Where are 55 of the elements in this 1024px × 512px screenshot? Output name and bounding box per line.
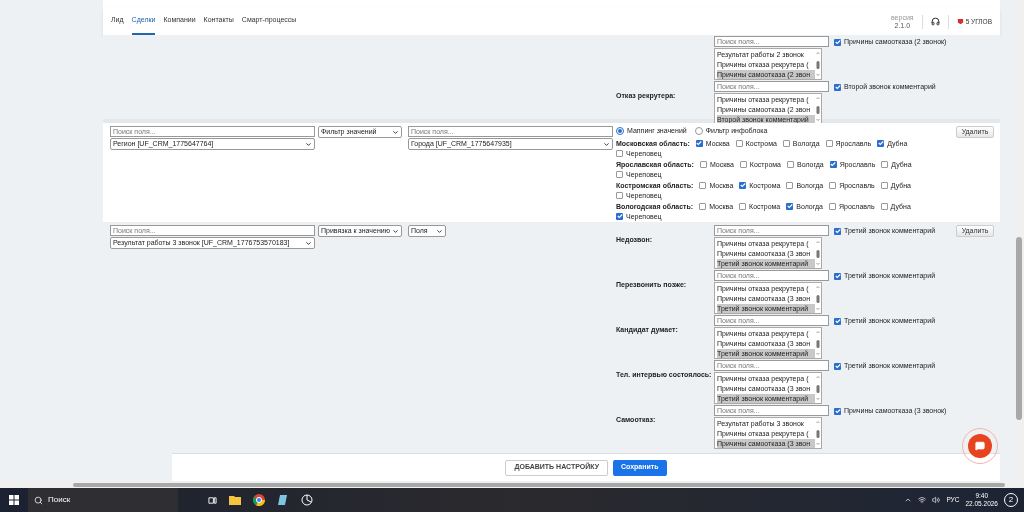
checkbox[interactable] (880, 202, 888, 210)
taskbar-search-field[interactable]: Поиск (28, 488, 178, 512)
checkbox[interactable] (880, 181, 888, 189)
browser-icon[interactable] (253, 494, 265, 506)
checkbox[interactable] (739, 202, 747, 210)
scrollbar[interactable] (815, 284, 821, 312)
caret-icon (305, 239, 312, 247)
tray-expand-icon[interactable] (904, 496, 913, 504)
checkbox[interactable] (739, 160, 747, 168)
checkbox[interactable] (834, 227, 841, 235)
folder-icon[interactable] (229, 495, 241, 505)
caret-icon (305, 140, 312, 148)
checkbox[interactable] (881, 160, 889, 168)
scrollbar[interactable] (815, 95, 821, 123)
scrollbar[interactable] (815, 374, 821, 402)
radio-button[interactable] (616, 127, 624, 136)
logo-icon (956, 18, 964, 25)
radio-button[interactable] (694, 127, 703, 136)
scrollbar[interactable] (815, 239, 821, 267)
search-placeholder: Поиск (48, 494, 71, 506)
checkbox[interactable] (699, 181, 707, 189)
notepad-icon[interactable] (277, 494, 289, 506)
checkbox[interactable] (616, 149, 623, 157)
checkbox[interactable] (616, 191, 623, 199)
caret-icon (392, 227, 399, 235)
task-view-icon[interactable] (208, 495, 217, 505)
network-icon[interactable] (918, 496, 927, 504)
checkbox[interactable] (699, 160, 707, 168)
windows-logo-icon[interactable] (9, 495, 19, 505)
checkbox[interactable] (834, 272, 841, 280)
scrollbar[interactable] (815, 419, 821, 447)
checkbox[interactable] (616, 170, 623, 178)
checkbox[interactable] (787, 160, 794, 168)
caret-icon (603, 140, 610, 148)
checkbox[interactable] (834, 83, 841, 91)
checkbox[interactable] (829, 181, 837, 189)
checkbox[interactable] (825, 139, 833, 147)
checkbox[interactable] (786, 181, 794, 189)
checkbox[interactable] (834, 407, 841, 415)
caret-icon (392, 128, 399, 136)
scrollbar[interactable] (815, 329, 821, 357)
search-icon (34, 495, 43, 505)
checkbox[interactable] (834, 362, 841, 370)
checkbox[interactable] (699, 202, 707, 210)
checkbox[interactable] (834, 38, 841, 46)
chat-icon (975, 441, 985, 451)
headset-icon[interactable] (930, 17, 940, 26)
volume-icon[interactable] (932, 496, 941, 504)
vertical-scrollbar[interactable] (1014, 0, 1024, 488)
checkbox[interactable] (834, 317, 841, 325)
checkbox[interactable] (828, 202, 836, 210)
checkbox[interactable] (735, 139, 743, 147)
caret-icon (436, 227, 443, 235)
scrollbar[interactable] (815, 50, 821, 78)
checkbox[interactable] (782, 139, 790, 147)
